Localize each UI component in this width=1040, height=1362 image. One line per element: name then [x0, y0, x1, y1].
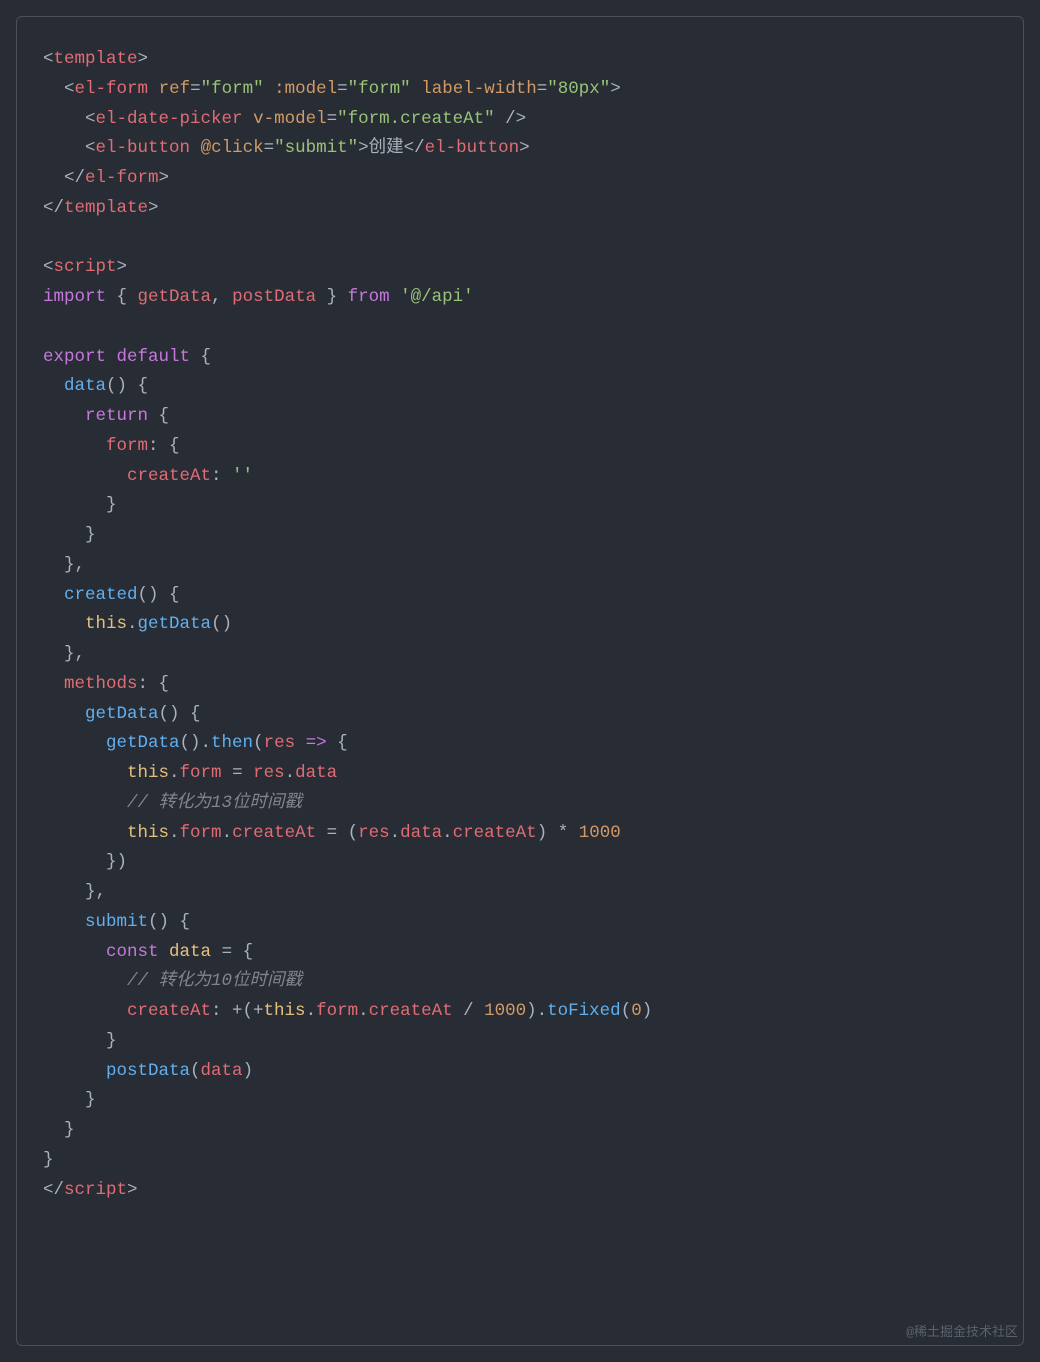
- code-content: <template> <el-form ref="form" :model="f…: [43, 45, 997, 1205]
- code-block: <template> <el-form ref="form" :model="f…: [16, 16, 1024, 1346]
- watermark-text: @稀土掘金技术社区: [906, 1322, 1018, 1344]
